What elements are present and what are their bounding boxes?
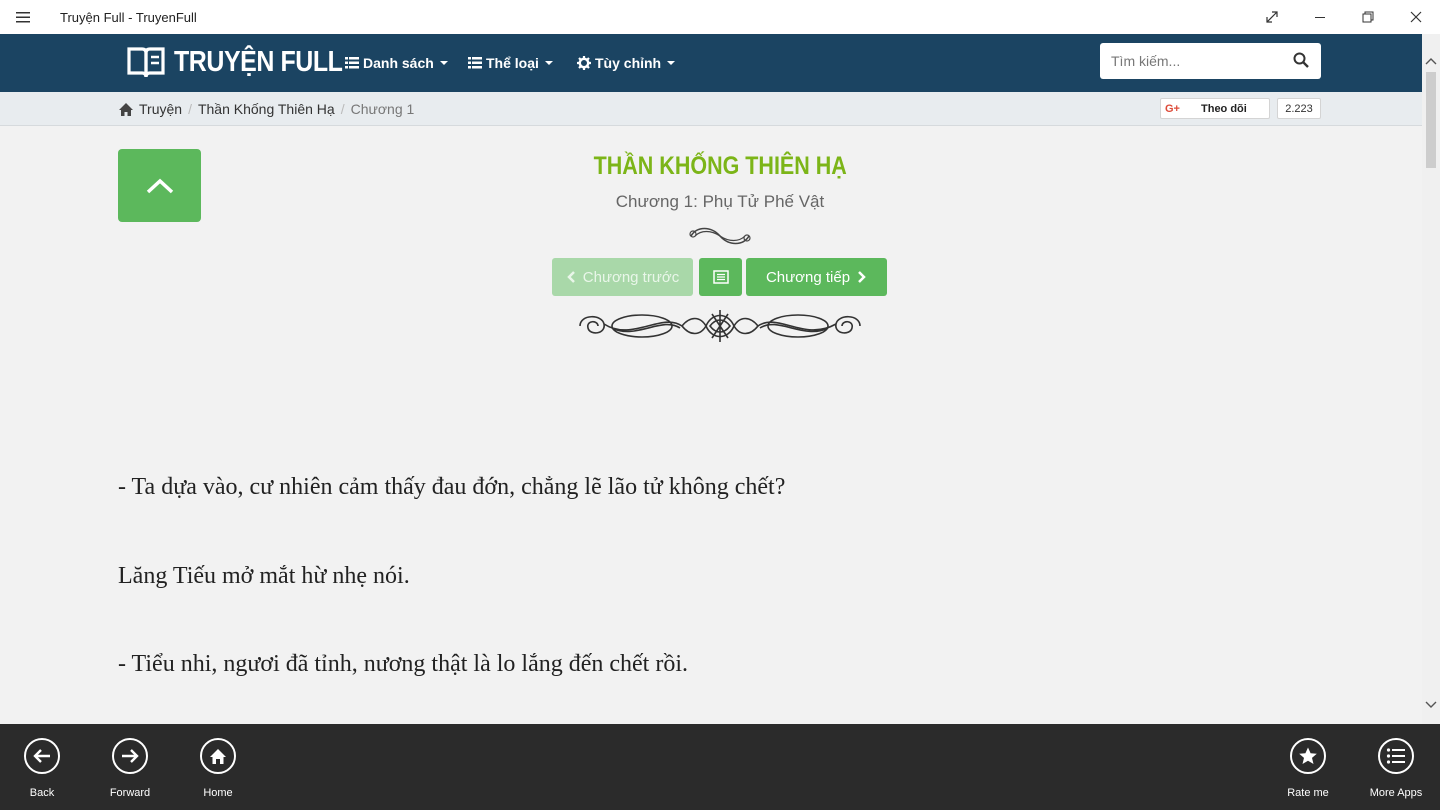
chapter-title: Chương 1: Phụ Tử Phế Vật — [615, 192, 825, 211]
next-chapter-button[interactable]: Chương tiếp — [746, 258, 887, 296]
list-icon — [345, 57, 359, 69]
restore-icon[interactable] — [1344, 0, 1392, 34]
breadcrumb: Truyện / Thần Khống Thiên Hạ / Chương 1 — [118, 92, 414, 126]
nav-tuy-chinh-label: Tùy chỉnh — [595, 55, 662, 71]
book-logo-icon — [127, 47, 165, 78]
chevron-left-icon — [566, 271, 575, 283]
fullscreen-icon[interactable] — [1248, 0, 1296, 34]
caret-down-icon — [544, 61, 553, 65]
prev-chapter-button[interactable]: Chương trước — [552, 258, 693, 296]
forward-label: Forward — [109, 787, 151, 799]
minimize-icon[interactable] — [1296, 0, 1344, 34]
breadcrumb-item-story[interactable]: Thần Khống Thiên Hạ — [198, 101, 335, 117]
back-arrow-icon — [24, 738, 60, 774]
scroll-down-icon[interactable] — [1425, 696, 1437, 714]
list-alt-icon — [712, 270, 729, 284]
breadcrumb-item-chapter: Chương 1 — [350, 101, 415, 117]
nav-tuy-chinh[interactable]: Tùy chỉnh — [577, 34, 676, 92]
window-controls — [1248, 0, 1440, 34]
home-icon[interactable] — [118, 102, 134, 117]
content-paragraph: Lăng Tiếu mở mắt hừ nhẹ nói. — [118, 563, 410, 589]
divider-ornament-icon — [572, 306, 868, 353]
caret-down-icon — [667, 61, 676, 65]
forward-arrow-icon — [112, 738, 148, 774]
follow-count: 2.223 — [1277, 98, 1321, 119]
nav-the-loai[interactable]: Thể loại — [468, 34, 553, 92]
star-icon — [1290, 738, 1326, 774]
home-icon — [200, 738, 236, 774]
breadcrumb-separator: / — [188, 101, 192, 117]
gplus-follow-button[interactable]: G+ Theo dõi — [1160, 98, 1270, 119]
bottom-app-bar: Back Forward Home Rate me More Apps — [0, 724, 1440, 810]
list-bullets-icon — [1378, 738, 1414, 774]
scroll-up-icon[interactable] — [1425, 52, 1437, 70]
gplus-icon: G+ — [1165, 102, 1180, 115]
story-title[interactable]: THẦN KHỐNG THIÊN HẠ — [0, 152, 1440, 181]
list-icon — [468, 57, 482, 69]
back-label: Back — [29, 787, 55, 799]
breadcrumb-separator: / — [340, 101, 345, 117]
forward-button[interactable]: Forward — [100, 738, 160, 804]
more-apps-button[interactable]: More Apps — [1366, 738, 1426, 804]
home-label: Home — [203, 787, 233, 799]
chapter-list-button[interactable] — [699, 258, 742, 296]
caret-down-icon — [439, 61, 448, 65]
breadcrumb-item-truyen[interactable]: Truyện — [139, 101, 182, 117]
site-navbar: TRUYỆN FULL Danh sách Thể loại Tùy chỉnh — [0, 34, 1422, 92]
hamburger-menu-icon[interactable] — [0, 0, 46, 34]
rate-me-label: Rate me — [1287, 787, 1329, 799]
page-scrollbar[interactable] — [1422, 34, 1440, 724]
site-logo[interactable]: TRUYỆN FULL — [127, 44, 370, 80]
site-brand: TRUYỆN FULL — [174, 45, 343, 78]
search-icon[interactable] — [1293, 52, 1309, 73]
window-titlebar: Truyện Full - TruyenFull — [0, 0, 1440, 34]
close-icon[interactable] — [1392, 0, 1440, 34]
search-input[interactable] — [1100, 44, 1280, 78]
rate-me-button[interactable]: Rate me — [1278, 738, 1338, 804]
back-button[interactable]: Back — [12, 738, 72, 804]
nav-the-loai-label: Thể loại — [486, 55, 539, 71]
content-paragraph: - Tiểu nhi, ngươi đã tỉnh, nương thật là… — [118, 651, 688, 677]
nav-danh-sach-label: Danh sách — [363, 55, 434, 71]
ornament-icon — [687, 222, 753, 255]
search-box — [1100, 43, 1321, 79]
follow-label: Theo dõi — [1201, 102, 1247, 115]
chevron-right-icon — [858, 271, 866, 283]
home-button[interactable]: Home — [188, 738, 248, 804]
more-apps-label: More Apps — [1369, 787, 1423, 799]
nav-danh-sach[interactable]: Danh sách — [345, 34, 448, 92]
content-paragraph: - Ta dựa vào, cư nhiên cảm thấy đau đớn,… — [118, 474, 786, 500]
window-title: Truyện Full - TruyenFull — [60, 9, 197, 25]
gear-icon — [577, 56, 591, 70]
